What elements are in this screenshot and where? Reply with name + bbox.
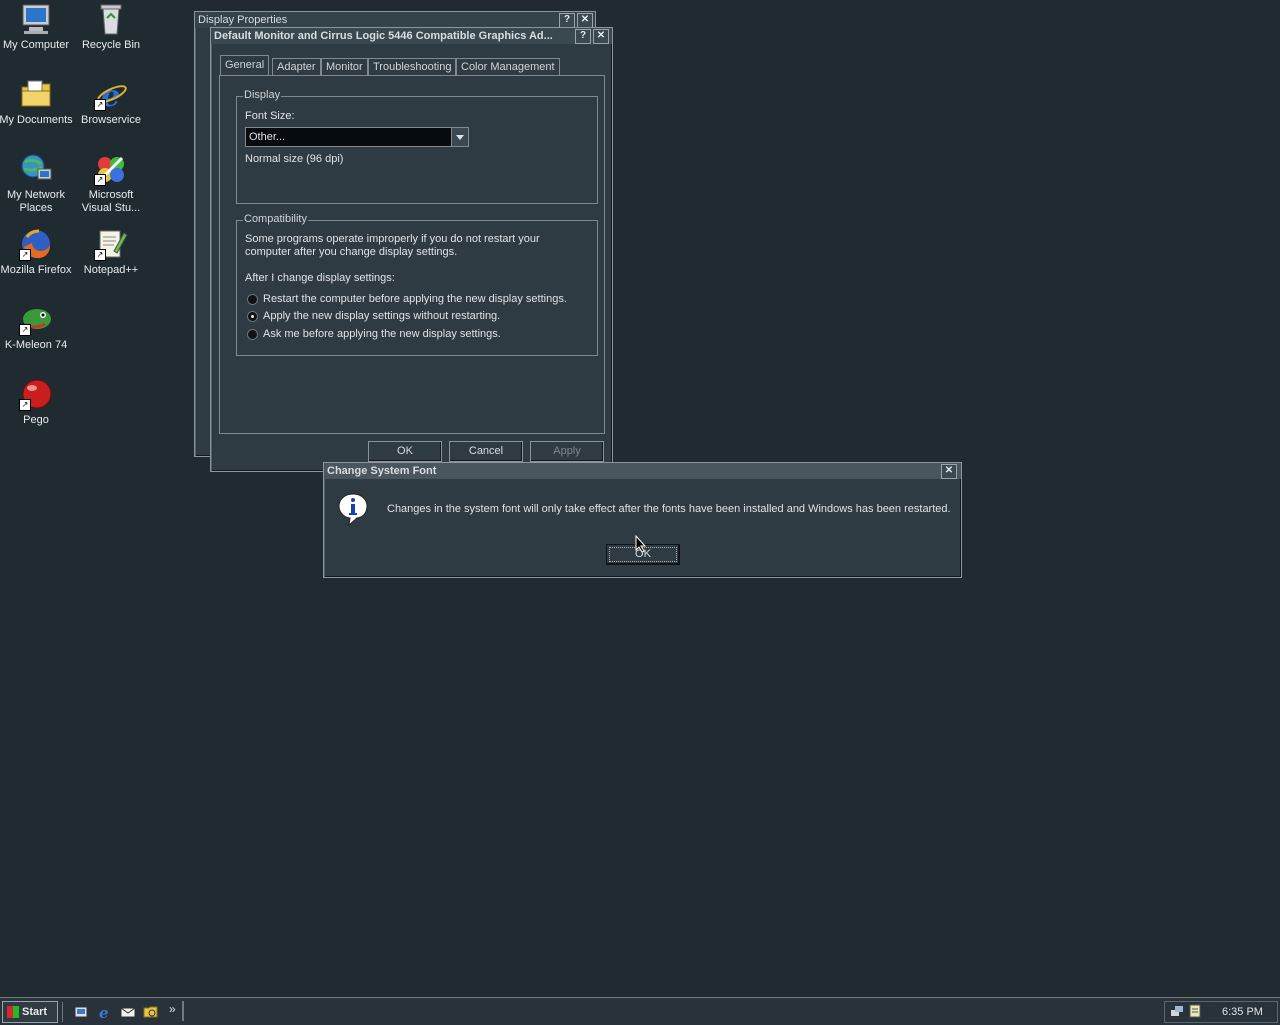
radio-restart-option[interactable]: Restart the computer before applying the… [245,293,585,307]
radio-button[interactable] [247,294,258,305]
after-change-label: After I change display settings: [245,272,395,284]
show-desktop-icon[interactable] [73,1004,89,1020]
tab-troubleshooting[interactable]: Troubleshooting [368,58,457,76]
radio-label: Apply the new display settings without r… [263,310,501,322]
ok-button[interactable]: OK [368,441,442,462]
font-size-select[interactable]: Other... [245,127,469,147]
desktop-icon-pego[interactable]: ↗ Pego [0,377,74,427]
icon-label: Mozilla Firefox [0,264,72,276]
explorer-icon[interactable] [143,1004,159,1020]
tab-page-general: Display Font Size: Other... Normal size … [219,75,605,434]
adapter-dialog-titlebar[interactable]: Default Monitor and Cirrus Logic 5446 Co… [211,28,612,44]
network-places-icon [19,152,53,186]
desktop-icon-notepad-plus-plus[interactable]: ↗ Notepad++ [73,227,149,277]
icon-label: Notepad++ [83,264,139,276]
notepad-tray-icon[interactable] [1188,1004,1202,1018]
tab-adapter[interactable]: Adapter [272,58,321,76]
icon-label: My Documents [0,114,73,126]
tab-general[interactable]: General [220,55,270,76]
close-button[interactable]: ✕ [577,13,593,28]
clock: 6:35 PM [1222,1006,1263,1018]
radio-button[interactable] [247,311,258,322]
info-icon [337,492,369,527]
firefox-icon: ↗ [19,227,53,261]
radio-label: Ask me before applying the new display s… [263,328,501,340]
quick-launch: e » [62,1002,183,1022]
outlook-express-icon[interactable] [120,1004,136,1020]
apply-button[interactable]: Apply [530,441,604,462]
mouse-cursor [635,534,647,553]
font-size-value: Other... [249,131,286,143]
recycle-bin-icon [94,2,128,36]
desktop-icon-my-network-places[interactable]: My Network Places [0,152,74,215]
taskbar: Start e » 6:35 PM [0,997,1280,1025]
start-button[interactable]: Start [2,1001,58,1023]
folder-documents-icon [19,77,53,111]
font-size-label: Font Size: [245,110,295,122]
change-system-font-dialog[interactable]: Change System Font ✕ Changes in the syst… [323,462,962,578]
shortcut-arrow-icon: ↗ [94,249,106,261]
chevron-down-icon[interactable] [451,128,468,146]
dialog-title: Default Monitor and Cirrus Logic 5446 Co… [214,30,553,42]
shortcut-arrow-icon: ↗ [94,99,106,111]
icon-label: Pego [23,414,49,426]
icon-label: Microsoft Visual Stu... [81,189,141,214]
compatibility-group: Compatibility Some programs operate impr… [236,213,598,356]
network-tray-icon[interactable] [1170,1004,1184,1018]
message-text: Changes in the system font will only tak… [387,503,951,515]
icon-label: K-Meleon 74 [4,339,68,351]
desktop-icon-mozilla-firefox[interactable]: ↗ Mozilla Firefox [0,227,74,277]
shortcut-arrow-icon: ↗ [19,249,31,261]
icon-label: My Computer [2,39,70,51]
taskbar-divider [182,1001,184,1021]
message-box-titlebar[interactable]: Change System Font ✕ [324,463,961,479]
compatibility-description: Some programs operate improperly if you … [245,233,540,258]
desktop-icon-visual-studio[interactable]: ↗ Microsoft Visual Stu... [73,152,149,215]
window-title: Display Properties [198,14,288,26]
compatibility-group-label: Compatibility [243,213,308,225]
computer-icon [19,2,53,36]
radio-ask-option[interactable]: Ask me before applying the new display s… [245,328,585,342]
icon-label: My Network Places [6,189,66,214]
icon-label: Browservice [81,114,141,126]
radio-label: Restart the computer before applying the… [263,293,567,305]
internet-explorer-icon: e ↗ [94,77,128,114]
tab-strip: General Adapter Monitor Troubleshooting … [220,55,605,76]
desktop-icon-recycle-bin[interactable]: Recycle Bin [73,2,149,52]
dpi-text: Normal size (96 dpi) [245,153,344,165]
adapter-properties-dialog[interactable]: Default Monitor and Cirrus Logic 5446 Co… [210,27,613,472]
visual-studio-icon: ↗ [94,152,128,186]
close-button[interactable]: ✕ [941,464,957,479]
desktop-icon-my-documents[interactable]: My Documents [0,77,74,127]
cancel-button[interactable]: Cancel [449,441,523,462]
radio-button[interactable] [247,329,258,340]
help-button[interactable]: ? [575,29,591,44]
message-box-title: Change System Font [327,465,437,477]
desktop-icon-k-meleon[interactable]: ↗ K-Meleon 74 [0,302,74,352]
svg-text:e: e [99,1004,109,1020]
radio-apply-option[interactable]: Apply the new display settings without r… [245,310,585,324]
display-group-label: Display [243,89,282,101]
desktop-icon-browservice[interactable]: e ↗ Browservice [73,77,149,127]
windows-logo-icon [7,1006,19,1018]
close-button[interactable]: ✕ [593,29,609,44]
shortcut-arrow-icon: ↗ [19,399,31,411]
help-button[interactable]: ? [559,13,575,28]
notepad-plus-plus-icon: ↗ [94,227,128,261]
tab-monitor[interactable]: Monitor [321,58,368,76]
tab-color-management[interactable]: Color Management [456,58,560,76]
display-group: Display Font Size: Other... Normal size … [236,89,598,204]
desktop-icon-my-computer[interactable]: My Computer [0,2,74,52]
pego-icon: ↗ [19,377,53,411]
k-meleon-icon: ↗ [19,302,53,336]
system-tray: 6:35 PM [1164,1001,1278,1023]
display-properties-titlebar[interactable]: Display Properties ? ✕ [195,12,595,28]
internet-explorer-icon[interactable]: e [97,1004,113,1022]
shortcut-arrow-icon: ↗ [19,324,31,336]
icon-label: Recycle Bin [81,39,141,51]
more-quick-launch-chevron[interactable]: » [169,1002,176,1016]
start-label: Start [22,1006,48,1018]
shortcut-arrow-icon: ↗ [94,174,106,186]
